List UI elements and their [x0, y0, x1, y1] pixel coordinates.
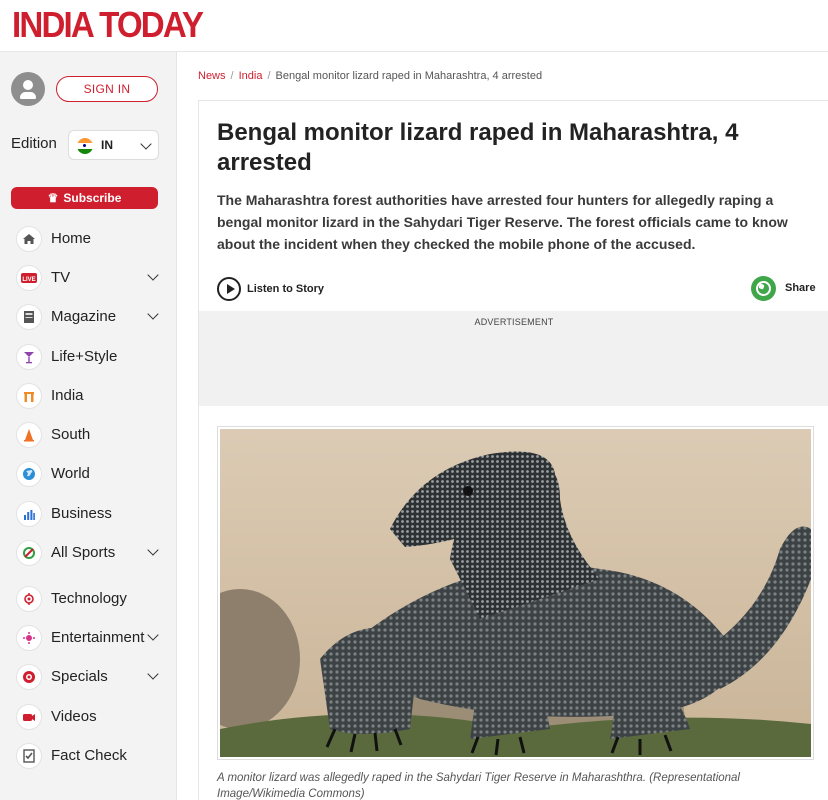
- share-label: Share: [785, 282, 816, 294]
- advertisement-slot: ADVERTISEMENT: [199, 311, 828, 406]
- sidebar-item-tv[interactable]: LIVE TV: [0, 263, 177, 297]
- breadcrumb: News / India / Bengal monitor lizard raped i…: [198, 70, 543, 82]
- sidebar-item-fact-check[interactable]: Fact Check: [0, 741, 177, 775]
- article-card: Bengal monitor lizard raped in Maharasht…: [198, 100, 828, 800]
- sidebar-item-entertainment[interactable]: Entertainment: [0, 623, 177, 657]
- sidebar-item-label: Fact Check: [51, 747, 127, 764]
- breadcrumb-link-news[interactable]: News: [198, 70, 226, 82]
- sidebar-item-label: World: [51, 465, 90, 482]
- sidebar-item-technology[interactable]: Technology: [0, 584, 177, 618]
- advertisement-label: ADVERTISEMENT: [474, 317, 554, 327]
- entertainment-icon: [16, 625, 42, 651]
- edition-label: Edition: [11, 135, 57, 152]
- play-icon: [217, 277, 241, 301]
- live-tv-icon: LIVE: [16, 265, 42, 291]
- listen-label: Listen to Story: [247, 283, 325, 295]
- chevron-down-icon[interactable]: [147, 668, 159, 680]
- photo-caption: A monitor lizard was allegedly raped in …: [217, 772, 740, 800]
- globe-icon: [16, 461, 42, 487]
- edition-value: IN: [101, 138, 113, 152]
- sidebar-item-all-sports[interactable]: All Sports: [0, 538, 177, 572]
- sidebar-item-world[interactable]: World: [0, 459, 177, 493]
- subscribe-label: Subscribe: [63, 191, 122, 205]
- sidebar-item-home[interactable]: Home: [0, 224, 177, 258]
- monitor-lizard-photo: [220, 429, 811, 757]
- sidebar-item-label: Business: [51, 505, 112, 522]
- share-button[interactable]: Share: [751, 275, 816, 301]
- sidebar-item-magazine[interactable]: Magazine: [0, 302, 177, 336]
- edition-dropdown[interactable]: IN: [68, 130, 159, 160]
- sidebar-item-lifestyle[interactable]: Life+Style: [0, 342, 177, 376]
- crown-icon: ♛: [47, 191, 59, 205]
- svg-text:LIVE: LIVE: [22, 277, 35, 283]
- top-header: INDIA TODAY: [0, 0, 828, 52]
- sidebar-item-label: Videos: [51, 708, 97, 725]
- sidebar: SIGN IN Edition IN ♛ Subscribe Home LIVE…: [0, 52, 177, 800]
- bar-chart-icon: [16, 501, 42, 527]
- sidebar-item-videos[interactable]: Videos: [0, 702, 177, 736]
- sidebar-item-label: South: [51, 426, 91, 443]
- article-figure: [217, 426, 814, 760]
- chevron-down-icon[interactable]: [147, 269, 159, 281]
- video-icon: [16, 704, 42, 730]
- temple-icon: [16, 422, 42, 448]
- chevron-down-icon: [140, 138, 152, 150]
- magazine-icon: [16, 304, 42, 330]
- sports-icon: [16, 540, 42, 566]
- avatar-icon[interactable]: [11, 72, 45, 106]
- breadcrumb-link-india[interactable]: India: [239, 70, 263, 82]
- breadcrumb-current: Bengal monitor lizard raped in Maharasht…: [275, 70, 543, 82]
- whatsapp-icon: [751, 275, 776, 301]
- chevron-down-icon[interactable]: [147, 629, 159, 641]
- sidebar-item-south[interactable]: South: [0, 420, 177, 454]
- sidebar-item-business[interactable]: Business: [0, 499, 177, 533]
- article-title: Bengal monitor lizard raped in Maharasht…: [217, 119, 739, 176]
- india-flag-icon: [77, 138, 93, 154]
- sign-in-button[interactable]: SIGN IN: [56, 76, 158, 102]
- sidebar-item-label: Magazine: [51, 308, 117, 325]
- fact-check-icon: [16, 743, 42, 769]
- listen-to-story-button[interactable]: Listen to Story: [217, 277, 324, 301]
- sidebar-item-label: All Sports: [51, 544, 116, 561]
- sidebar-item-label: Entertainment: [51, 629, 145, 646]
- chevron-down-icon[interactable]: [147, 544, 159, 556]
- sidebar-item-label: Home: [51, 230, 92, 247]
- home-icon: [16, 226, 42, 252]
- subscribe-button[interactable]: ♛ Subscribe: [11, 187, 158, 209]
- edition-selector: Edition IN: [11, 130, 161, 160]
- cocktail-icon: [16, 344, 42, 370]
- sidebar-item-india[interactable]: India: [0, 381, 177, 415]
- sidebar-item-label: India: [51, 387, 84, 404]
- sidebar-item-label: Specials: [51, 668, 108, 685]
- india-gate-icon: [16, 383, 42, 409]
- tech-icon: [16, 586, 42, 612]
- specials-icon: [16, 664, 42, 690]
- article-summary: The Maharashtra forest authorities have …: [217, 192, 788, 252]
- user-row: SIGN IN: [11, 72, 171, 106]
- india-today-logo[interactable]: INDIA TODAY: [12, 4, 204, 46]
- sidebar-item-label: Life+Style: [51, 348, 118, 365]
- chevron-down-icon[interactable]: [147, 308, 159, 320]
- sidebar-item-specials[interactable]: Specials: [0, 662, 177, 696]
- sidebar-item-label: TV: [51, 269, 71, 286]
- sidebar-item-label: Technology: [51, 590, 127, 607]
